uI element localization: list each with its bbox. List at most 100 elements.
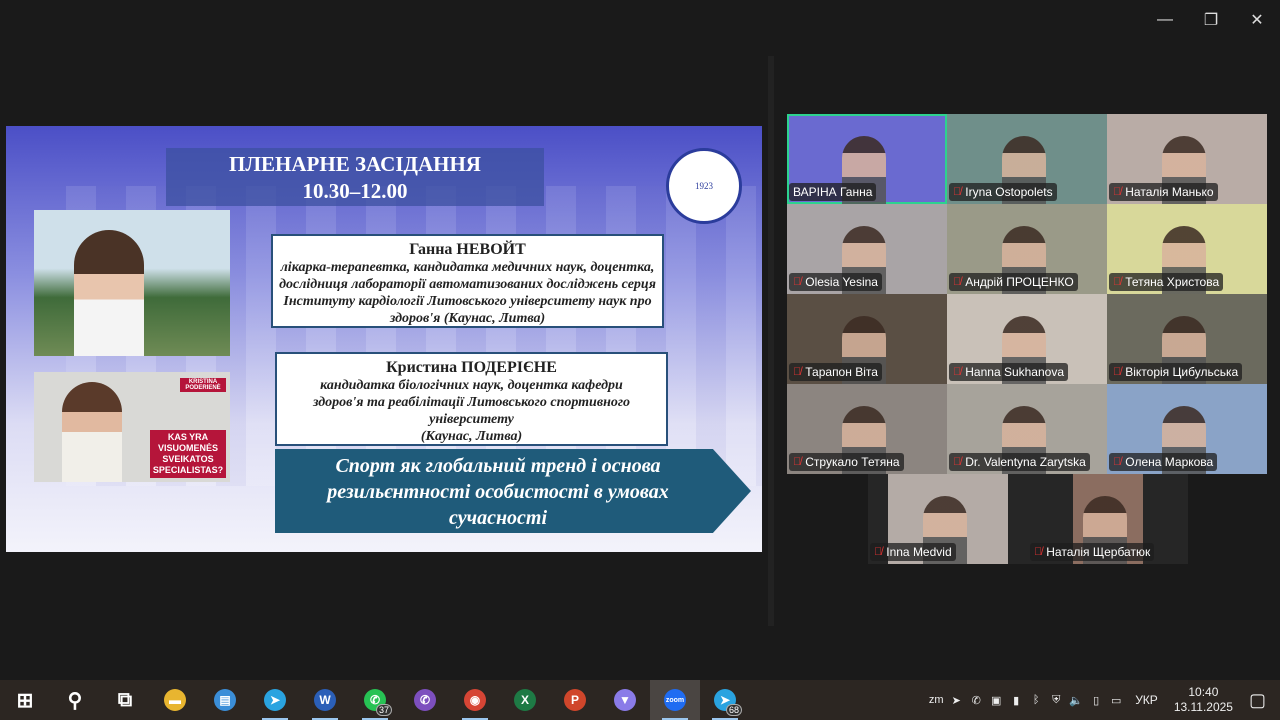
clock[interactable]: 10:40 13.11.2025	[1174, 685, 1233, 715]
system-tray: zm ➤ ✆ ▣ ▮ ᛒ ⛨ 🔈 ▯ ▭ УКР 10:40 13.11.2025 ▢	[929, 680, 1280, 720]
muted-mic-icon: 🎙̸	[793, 456, 802, 468]
tray-icon[interactable]: ✆	[969, 693, 983, 707]
clock-time: 10:40	[1188, 685, 1219, 699]
tray-icon[interactable]: ▯	[1089, 693, 1103, 707]
muted-mic-icon: 🎙̸	[1034, 546, 1043, 558]
participant-name: Андрій ПРОЦЕНКО	[965, 275, 1074, 289]
logo-year: 1923	[695, 181, 713, 191]
taskbar-viber[interactable]: ✆	[400, 680, 450, 720]
participant-name-label: 🎙̸ Inna Medvid	[870, 543, 956, 561]
muted-mic-icon: 🎙̸	[953, 456, 962, 468]
tray-icon[interactable]: ᛒ	[1029, 693, 1043, 707]
muted-mic-icon: 🎙̸	[874, 546, 883, 558]
taskbar-control-panel[interactable]: ▤	[200, 680, 250, 720]
speaker2-name: Кристина ПОДЕРІЄНЕ	[386, 359, 557, 376]
slide-title-box: ПЛЕНАРНЕ ЗАСІДАННЯ 10.30–12.00	[166, 148, 544, 206]
speaker2-photo-name: KRISTINA PODERIENĖ	[180, 378, 226, 392]
tray-icon[interactable]: 🔈	[1069, 693, 1083, 707]
participant-tile[interactable]: 🎙̸ Тарапон Віта	[787, 294, 947, 384]
language-indicator[interactable]: УКР	[1135, 693, 1158, 707]
taskbar-whatsapp[interactable]: ✆ 37	[350, 680, 400, 720]
tray-icon[interactable]: ⛨	[1049, 693, 1063, 707]
minimize-button[interactable]: —	[1142, 8, 1188, 32]
notifications-icon[interactable]: ▢	[1249, 690, 1266, 711]
participant-name: Наталія Манько	[1125, 185, 1214, 199]
participant-name-label: 🎙̸ Наталія Манько	[1109, 183, 1218, 201]
participant-tile[interactable]: 🎙̸ Олена Маркова	[1107, 384, 1267, 474]
tray-icon[interactable]: zm	[929, 693, 944, 707]
restore-button[interactable]: ❐	[1188, 8, 1234, 32]
control-panel-icon: ▤	[214, 689, 236, 711]
participant-tile[interactable]: ВАРІНА Ганна	[787, 114, 947, 204]
participant-tile[interactable]: 🎙̸ Андрій ПРОЦЕНКО	[947, 204, 1107, 294]
taskbar-start[interactable]: ⊞	[0, 680, 50, 720]
muted-mic-icon: 🎙̸	[953, 186, 962, 198]
taskbar-vpn[interactable]: ▼	[600, 680, 650, 720]
participant-name-label: 🎙̸ Вікторія Цибульська	[1109, 363, 1243, 381]
panel-divider[interactable]	[768, 56, 774, 626]
telegram-icon: ➤	[264, 689, 286, 711]
taskbar-zoom[interactable]: zoom	[650, 680, 700, 720]
participant-name: Olesia Yesina	[805, 275, 878, 289]
speaker2-photo: KRISTINA PODERIENĖ KAS YRA VISUOMENĖS SV…	[34, 372, 230, 482]
taskbar-task-view[interactable]: ⧉	[100, 680, 150, 720]
participant-name: Hanna Sukhanova	[965, 365, 1064, 379]
participant-tile[interactable]: 🎙̸ Вікторія Цибульська	[1107, 294, 1267, 384]
participant-tile[interactable]: 🎙̸ Наталія Щербатюк	[1028, 474, 1188, 564]
participant-name-label: 🎙̸ Hanna Sukhanova	[949, 363, 1068, 381]
participant-name-label: 🎙̸ Олена Маркова	[1109, 453, 1218, 471]
participant-tile[interactable]: 🎙̸ Hanna Sukhanova	[947, 294, 1107, 384]
tray-icon[interactable]: ➤	[949, 693, 963, 707]
muted-mic-icon: 🎙̸	[1113, 276, 1122, 288]
participant-name: Тетяна Христова	[1125, 275, 1220, 289]
speaker2-card: Кристина ПОДЕРІЄНЕ кандидатка біологічни…	[275, 352, 668, 446]
close-button[interactable]: ✕	[1234, 8, 1280, 32]
tray-icon[interactable]: ▮	[1009, 693, 1023, 707]
participant-tile[interactable]: 🎙̸ Наталія Манько	[1107, 114, 1267, 204]
telegram-2-badge: 68	[725, 704, 742, 716]
task-view-icon: ⧉	[117, 688, 133, 711]
slide-time: 10.30–12.00	[302, 179, 408, 203]
muted-mic-icon: 🎙̸	[793, 276, 802, 288]
participant-name-label: 🎙̸ Андрій ПРОЦЕНКО	[949, 273, 1078, 291]
start-icon: ⊞	[16, 689, 34, 712]
participant-tile[interactable]: 🎙̸ Iryna Ostopolets	[947, 114, 1107, 204]
tray-icon[interactable]: ▣	[989, 693, 1003, 707]
participant-name: Inna Medvid	[886, 545, 952, 559]
zoom-icon: zoom	[664, 689, 686, 711]
search-icon: ⚲	[67, 689, 83, 712]
taskbar-excel[interactable]: X	[500, 680, 550, 720]
participant-tile[interactable]: 🎙̸ Струкало Тетяна	[787, 384, 947, 474]
windows-taskbar: ⊞ ⚲ ⧉ ▬ ▤ ➤ W ✆ 37 ✆ ◉ X P ▼ zoom ➤ 68 zm ➤ ✆ ▣ ▮ ᛒ ⛨ 🔈 ▯ ▭ УКР 1…	[0, 680, 1280, 720]
participant-name: Iryna Ostopolets	[965, 185, 1053, 199]
taskbar-telegram-2[interactable]: ➤ 68	[700, 680, 750, 720]
file-explorer-icon: ▬	[164, 689, 186, 711]
participant-tile[interactable]: 🎙̸ Olesia Yesina	[787, 204, 947, 294]
taskbar-powerpoint[interactable]: P	[550, 680, 600, 720]
participant-name-label: 🎙̸ Dr. Valentyna Zarytska	[949, 453, 1090, 471]
taskbar-word[interactable]: W	[300, 680, 350, 720]
tray-icon[interactable]: ▭	[1109, 693, 1123, 707]
taskbar-file-explorer[interactable]: ▬	[150, 680, 200, 720]
chrome-icon: ◉	[464, 689, 486, 711]
speaker1-desc: лікарка-терапевтка, кандидатка медичних …	[279, 260, 656, 326]
taskbar-search[interactable]: ⚲	[50, 680, 100, 720]
participant-tile[interactable]: 🎙̸ Dr. Valentyna Zarytska	[947, 384, 1107, 474]
participant-tile[interactable]: 🎙̸ Inna Medvid	[868, 474, 1028, 564]
participant-tile[interactable]: 🎙̸ Тетяна Христова	[1107, 204, 1267, 294]
participant-name-label: ВАРІНА Ганна	[789, 183, 877, 201]
participant-name-label: 🎙̸ Тетяна Христова	[1109, 273, 1224, 291]
excel-icon: X	[514, 689, 536, 711]
participant-name: Струкало Тетяна	[805, 455, 900, 469]
participant-name: Dr. Valentyna Zarytska	[965, 455, 1086, 469]
participant-name-label: 🎙̸ Iryna Ostopolets	[949, 183, 1057, 201]
participant-name: ВАРІНА Ганна	[793, 185, 873, 199]
talk-topic-banner: Спорт як глобальний тренд і основа резил…	[275, 449, 751, 533]
muted-mic-icon: 🎙̸	[1113, 186, 1122, 198]
whatsapp-badge: 37	[375, 704, 392, 716]
taskbar-chrome[interactable]: ◉	[450, 680, 500, 720]
taskbar-telegram[interactable]: ➤	[250, 680, 300, 720]
participant-name-label: 🎙̸ Наталія Щербатюк	[1030, 543, 1155, 561]
participant-name: Наталія Щербатюк	[1046, 545, 1151, 559]
speaker2-photo-question: KAS YRA VISUOMENĖS SVEIKATOS SPECIALISTA…	[150, 430, 226, 478]
